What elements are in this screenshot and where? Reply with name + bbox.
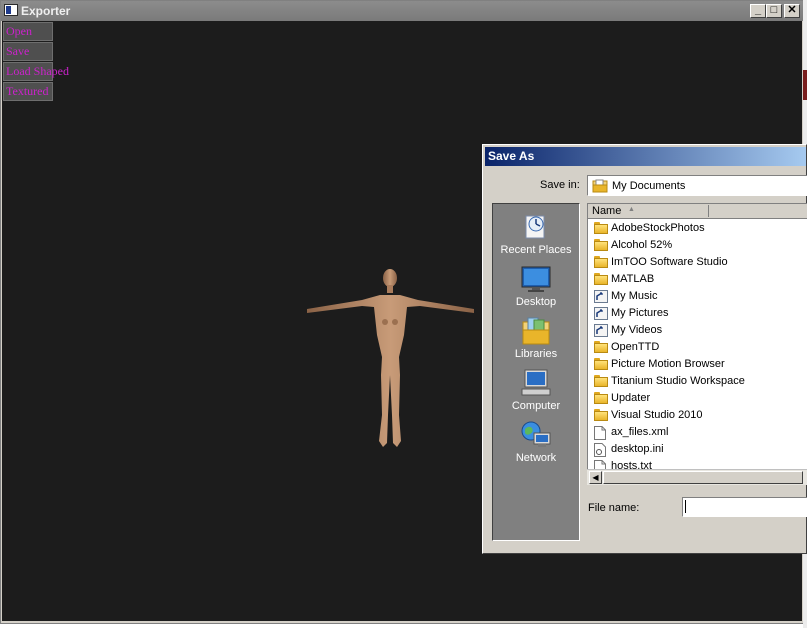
list-item[interactable]: My Pictures bbox=[588, 305, 807, 322]
shortcut-pictures-icon bbox=[594, 307, 608, 320]
column-header-name[interactable]: Name bbox=[592, 205, 621, 217]
file-icon bbox=[594, 426, 608, 440]
minimize-button[interactable]: _ bbox=[750, 4, 766, 18]
list-item-label: Picture Motion Browser bbox=[611, 358, 725, 370]
list-item-label: My Videos bbox=[611, 324, 663, 336]
documents-folder-icon bbox=[592, 179, 608, 196]
place-label: Desktop bbox=[515, 296, 557, 308]
humanoid-model bbox=[307, 269, 474, 447]
folder-icon bbox=[594, 358, 608, 370]
folder-icon bbox=[594, 341, 608, 353]
settings-file-icon bbox=[594, 443, 608, 457]
folder-icon bbox=[594, 256, 608, 268]
save-as-dialog: Save As Save in: My Documents Recent Pla… bbox=[482, 144, 807, 554]
list-item-label: Updater bbox=[611, 392, 651, 404]
textured-button[interactable]: Textured bbox=[3, 82, 53, 101]
folder-icon bbox=[594, 375, 608, 387]
folder-icon bbox=[594, 273, 608, 285]
file-rows: AdobeStockPhotos Alcohol 52% ImTOO Softw… bbox=[588, 220, 807, 475]
list-item[interactable]: ax_files.xml bbox=[588, 424, 807, 441]
list-item-label: Alcohol 52% bbox=[611, 239, 673, 251]
maximize-button[interactable]: □ bbox=[766, 4, 782, 18]
save-in-dropdown[interactable]: My Documents bbox=[587, 175, 807, 196]
list-item[interactable]: Updater bbox=[588, 390, 807, 407]
folder-icon bbox=[594, 392, 608, 404]
list-item-label: desktop.ini bbox=[611, 443, 664, 455]
folder-icon bbox=[594, 222, 608, 234]
list-item-label: OpenTTD bbox=[611, 341, 660, 353]
list-item[interactable]: MATLAB bbox=[588, 271, 807, 288]
save-in-value: My Documents bbox=[612, 180, 686, 192]
folder-icon bbox=[594, 239, 608, 251]
list-item-label: AdobeStockPhotos bbox=[611, 222, 705, 234]
places-bar: Recent Places Desktop Libraries Computer… bbox=[492, 203, 580, 541]
close-button[interactable]: ✕ bbox=[784, 4, 800, 18]
save-in-label: Save in: bbox=[540, 179, 580, 191]
list-item[interactable]: AdobeStockPhotos bbox=[588, 220, 807, 237]
desktop-icon bbox=[521, 266, 551, 292]
list-item[interactable]: My Videos bbox=[588, 322, 807, 339]
column-separator[interactable] bbox=[708, 205, 709, 217]
list-item[interactable]: Picture Motion Browser bbox=[588, 356, 807, 373]
place-label: Computer bbox=[511, 400, 561, 412]
file-list[interactable]: Name ▲ AdobeStockPhotos Alcohol 52% ImTO… bbox=[587, 203, 807, 485]
list-item[interactable]: ImTOO Software Studio bbox=[588, 254, 807, 271]
shortcut-videos-icon bbox=[594, 324, 608, 337]
place-computer[interactable]: Computer bbox=[493, 368, 579, 412]
shortcut-music-icon bbox=[594, 290, 608, 303]
background-mark bbox=[803, 70, 807, 100]
list-item[interactable]: desktop.ini bbox=[588, 441, 807, 458]
place-recent-places[interactable]: Recent Places bbox=[493, 212, 579, 256]
place-label: Recent Places bbox=[500, 244, 572, 256]
file-name-input[interactable] bbox=[682, 497, 807, 517]
text-cursor bbox=[685, 500, 686, 513]
list-item-label: ImTOO Software Studio bbox=[611, 256, 728, 268]
place-network[interactable]: Network bbox=[493, 420, 579, 464]
scroll-left-arrow-icon[interactable]: ◀ bbox=[589, 471, 602, 484]
app-icon bbox=[4, 4, 18, 16]
place-desktop[interactable]: Desktop bbox=[493, 264, 579, 308]
list-item[interactable]: Alcohol 52% bbox=[588, 237, 807, 254]
list-item-label: My Music bbox=[611, 290, 658, 302]
place-label: Network bbox=[515, 452, 557, 464]
list-item-label: Visual Studio 2010 bbox=[611, 409, 703, 421]
folder-icon bbox=[594, 409, 608, 421]
scrollbar-thumb[interactable] bbox=[603, 471, 803, 484]
place-label: Libraries bbox=[514, 348, 558, 360]
list-header: Name ▲ bbox=[588, 204, 807, 219]
list-item[interactable]: OpenTTD bbox=[588, 339, 807, 356]
list-item[interactable]: Visual Studio 2010 bbox=[588, 407, 807, 424]
list-item-label: MATLAB bbox=[611, 273, 655, 285]
title-bar[interactable]: Exporter _ □ ✕ bbox=[1, 1, 803, 21]
list-item-label: ax_files.xml bbox=[611, 426, 669, 438]
open-button[interactable]: Open bbox=[3, 22, 53, 41]
window-title: Exporter bbox=[21, 4, 71, 18]
list-item[interactable]: My Music bbox=[588, 288, 807, 305]
network-icon bbox=[521, 421, 551, 447]
list-item-label: My Pictures bbox=[611, 307, 669, 319]
place-libraries[interactable]: Libraries bbox=[493, 316, 579, 360]
computer-icon bbox=[521, 369, 551, 396]
list-item-label: Titanium Studio Workspace bbox=[611, 375, 745, 387]
recent-places-icon bbox=[525, 215, 545, 239]
sort-ascending-icon: ▲ bbox=[628, 206, 635, 213]
load-shaped-button[interactable]: Load Shaped bbox=[3, 62, 69, 81]
list-item[interactable]: Titanium Studio Workspace bbox=[588, 373, 807, 390]
horizontal-scrollbar[interactable]: ◀ bbox=[587, 469, 807, 485]
libraries-icon bbox=[522, 317, 550, 345]
dialog-title[interactable]: Save As bbox=[485, 147, 806, 166]
save-button[interactable]: Save bbox=[3, 42, 53, 61]
file-name-label: File name: bbox=[588, 502, 640, 514]
